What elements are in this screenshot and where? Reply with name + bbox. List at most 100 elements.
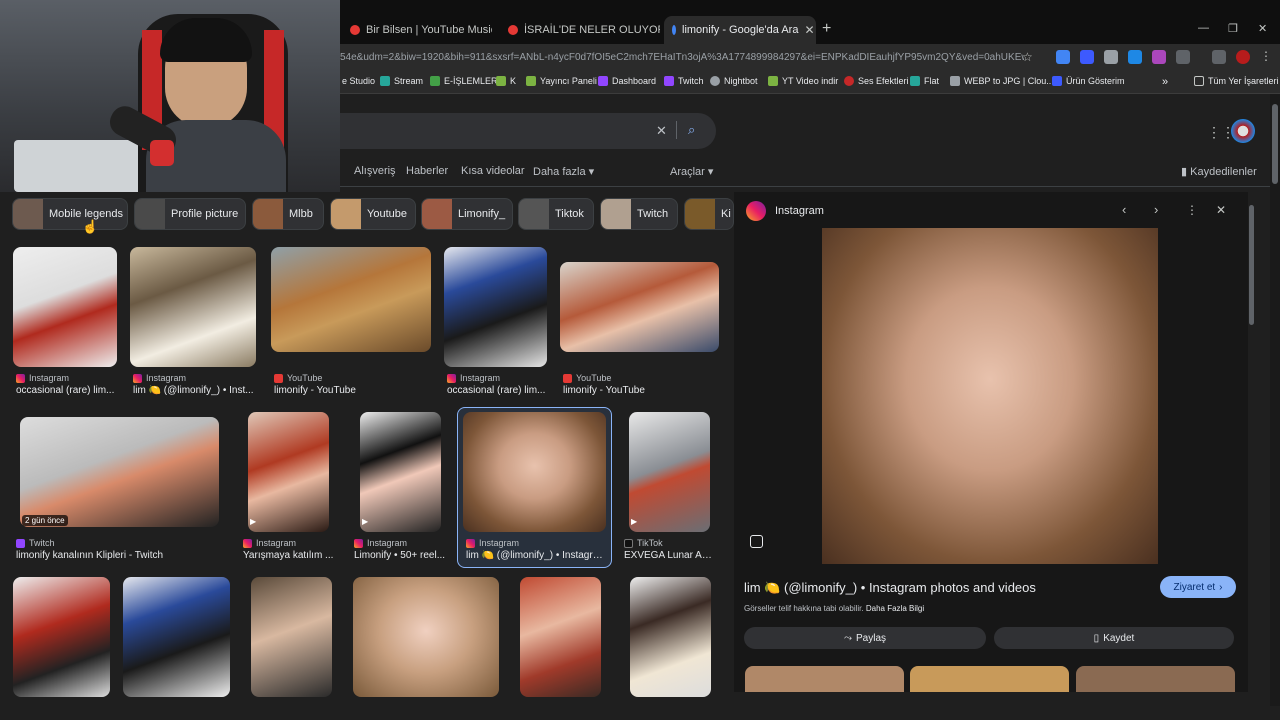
bookmark-item[interactable]: Nightbot — [710, 76, 758, 86]
chip-twitch[interactable]: Twitch — [600, 198, 678, 230]
next-icon[interactable]: › — [1154, 202, 1158, 217]
video-play-icon: ▶ — [250, 517, 257, 526]
more-info-link[interactable]: Daha Fazla Bilgi — [866, 604, 924, 613]
bookmark-item[interactable]: K — [496, 76, 516, 86]
save-button[interactable]: ▯ Kaydet — [994, 627, 1234, 649]
result-image[interactable] — [630, 577, 711, 697]
result-caption[interactable]: Yarışmaya katılım ... — [243, 550, 335, 561]
bookmark-item[interactable]: Stream — [380, 76, 423, 86]
related-image[interactable] — [745, 666, 904, 692]
tab-youtube-video[interactable]: İSRAİL'DE NELER OLUYOR? | Bi ✕ — [500, 16, 660, 44]
result-image[interactable] — [251, 577, 332, 697]
tab-more[interactable]: Daha fazla ▾ — [533, 165, 594, 178]
chip-youtube[interactable]: Youtube — [330, 198, 416, 230]
close-icon[interactable]: ✕ — [804, 23, 814, 37]
result-caption[interactable]: lim 🍋 (@limonify_) • Inst... — [133, 385, 255, 396]
bookmark-item[interactable]: Dashboard — [598, 76, 656, 86]
bookmark-icon — [430, 76, 440, 86]
camera-extension-icon[interactable] — [1104, 50, 1118, 64]
menu-icon[interactable]: ⋮ — [1260, 49, 1272, 63]
result-image[interactable] — [13, 247, 117, 367]
result-image[interactable] — [13, 577, 110, 697]
extension-icon[interactable] — [1080, 50, 1094, 64]
result-caption[interactable]: occasional (rare) lim... — [447, 385, 547, 396]
previous-icon[interactable]: ‹ — [1122, 202, 1126, 217]
bookmark-item[interactable]: WEBP to JPG | Clou... — [950, 76, 1054, 86]
playlist-icon[interactable] — [1212, 50, 1226, 64]
related-image[interactable] — [1076, 666, 1235, 692]
result-caption[interactable]: limonify kanalının Klipleri - Twitch — [16, 550, 216, 561]
bookmark-item[interactable]: Yayıncı Paneli — [526, 76, 597, 86]
maximize-button[interactable]: ❐ — [1228, 22, 1238, 35]
profile-avatar[interactable] — [1236, 50, 1250, 64]
bookmark-item[interactable]: YT Video indir — [768, 76, 838, 86]
scrollbar-thumb[interactable] — [1272, 104, 1278, 184]
new-tab-button[interactable]: + — [822, 20, 831, 38]
more-options-icon[interactable]: ⋮ — [1186, 203, 1198, 217]
visit-button[interactable]: Ziyaret et › — [1160, 576, 1236, 598]
bookmark-item[interactable]: E-İŞLEMLER — [430, 76, 498, 86]
result-image[interactable] — [629, 412, 710, 532]
bookmark-item[interactable]: Ses Efektleri — [844, 76, 909, 86]
chip-limonify[interactable]: Limonify_ — [421, 198, 513, 230]
result-caption[interactable]: limonify - YouTube — [274, 385, 430, 396]
result-caption[interactable]: occasional (rare) lim... — [16, 385, 116, 396]
tab-news[interactable]: Haberler — [406, 165, 448, 177]
bookmark-item[interactable]: Ürün Gösterim — [1052, 76, 1125, 86]
tab-youtube-music[interactable]: Bir Bilsen | YouTube Music 🔊 ✕ — [342, 16, 492, 44]
result-caption[interactable]: lim 🍋 (@limonify_) • Instagra... — [466, 550, 604, 561]
puzzle-icon[interactable] — [1176, 50, 1190, 64]
result-image[interactable] — [444, 247, 547, 367]
more-bookmarks-button[interactable]: » — [1162, 76, 1168, 88]
page-scrollbar[interactable] — [1270, 94, 1280, 706]
result-image[interactable] — [360, 412, 441, 532]
bookmark-item[interactable]: e Studio — [342, 76, 375, 86]
extension-icon[interactable] — [1152, 50, 1166, 64]
tab-short-videos[interactable]: Kısa videolar — [461, 165, 525, 177]
minimize-button[interactable]: — — [1198, 22, 1209, 34]
cloud-icon — [950, 76, 960, 86]
saved-button[interactable]: ▮ Kaydedilenler — [1181, 165, 1257, 178]
all-bookmarks[interactable]: Tüm Yer İşaretleri — [1194, 76, 1279, 86]
chip-profile-picture[interactable]: Profile picture — [134, 198, 246, 230]
account-avatar[interactable] — [1231, 119, 1255, 143]
result-image[interactable] — [123, 577, 230, 697]
star-icon[interactable]: ☆ — [1022, 50, 1033, 64]
result-caption[interactable]: limonify - YouTube — [563, 385, 719, 396]
result-caption[interactable]: Limonify • 50+ reel... — [354, 550, 446, 561]
address-bar[interactable]: 54e&udm=2&biw=1920&bih=911&sxsrf=ANbL-n4… — [340, 48, 1024, 68]
divider — [676, 121, 677, 139]
bookmark-item[interactable]: Twitch — [664, 76, 704, 86]
search-icon[interactable]: ⌕ — [688, 122, 695, 138]
result-image[interactable] — [248, 412, 329, 532]
close-window-button[interactable]: ✕ — [1258, 22, 1267, 35]
panel-source[interactable]: Instagram — [775, 205, 824, 217]
result-image[interactable] — [353, 577, 499, 697]
tools-button[interactable]: Araçlar ▾ — [670, 165, 713, 178]
share-button[interactable]: ⤳ Paylaş — [744, 627, 986, 649]
result-image[interactable] — [271, 247, 431, 352]
result-image-selected[interactable] — [463, 412, 606, 532]
panel-title[interactable]: lim 🍋 (@limonify_) • Instagram photos an… — [744, 580, 1144, 596]
bookmark-icon — [910, 76, 920, 86]
chip-mlbb[interactable]: Mlbb — [252, 198, 324, 230]
preview-image[interactable] — [822, 228, 1158, 564]
bookmark-item[interactable]: Flat — [910, 76, 939, 86]
result-image[interactable] — [560, 262, 719, 352]
download-extension-icon[interactable] — [1128, 50, 1142, 64]
translate-extension-icon[interactable] — [1056, 50, 1070, 64]
chip-more[interactable]: Ki — [684, 198, 734, 230]
panel-scrollbar[interactable] — [1249, 205, 1254, 325]
close-icon[interactable]: ✕ — [1216, 203, 1226, 217]
tab-google-search[interactable]: limonify - Google'da Ara ✕ — [664, 16, 816, 44]
chip-tiktok[interactable]: Tiktok — [518, 198, 594, 230]
tab-shopping[interactable]: Alışveriş — [354, 165, 396, 177]
lens-search-icon[interactable] — [750, 535, 763, 548]
result-image[interactable] — [130, 247, 256, 367]
clear-icon[interactable]: ✕ — [656, 123, 667, 139]
chip-mobile-legends[interactable]: Mobile legends — [12, 198, 128, 230]
result-image[interactable] — [20, 417, 219, 527]
related-image[interactable] — [910, 666, 1069, 692]
result-caption[interactable]: EXVEGA Lunar Act... — [624, 550, 716, 561]
result-image[interactable] — [520, 577, 601, 697]
